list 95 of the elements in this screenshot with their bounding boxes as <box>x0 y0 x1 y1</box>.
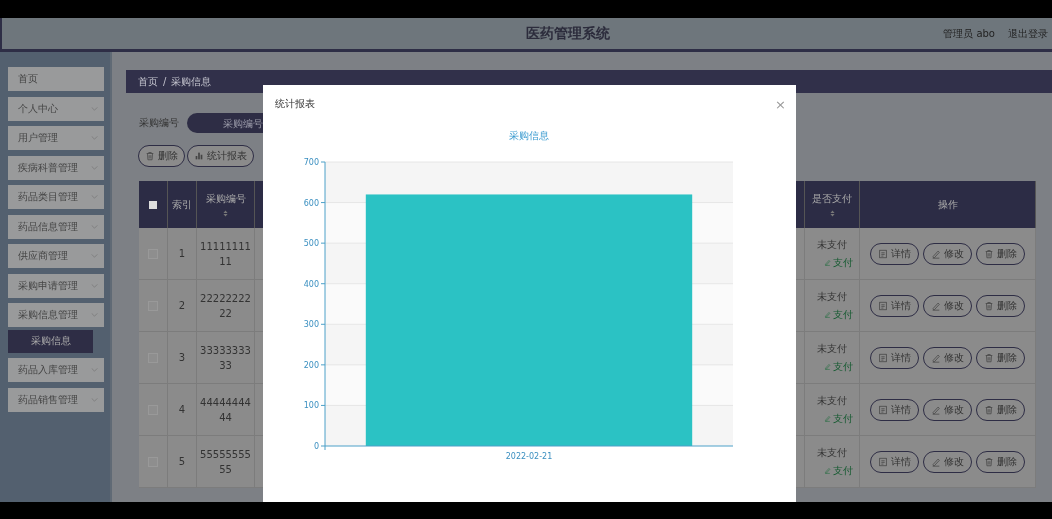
sidebar-item[interactable]: 采购申请管理 <box>8 273 104 298</box>
user-label: 管理员 abo <box>943 26 995 41</box>
axis-tick-label: 300 <box>303 320 319 330</box>
checkbox[interactable] <box>149 200 157 209</box>
table-cell-text: 44444444 44 <box>200 395 251 425</box>
dialog-title: 统计报表 <box>275 97 315 111</box>
column-label: 操作 <box>937 197 958 212</box>
table-cell: 3 <box>178 352 186 363</box>
table-cell-text: 11111111 11 <box>200 239 251 269</box>
bar-chart-icon <box>194 151 204 161</box>
edit-button[interactable]: 修改 <box>923 294 972 317</box>
document-icon <box>878 300 888 311</box>
axis-tick-label: 100 <box>303 401 319 411</box>
column-label: 索引 <box>172 197 192 212</box>
sidebar-item[interactable]: 药品入库管理 <box>8 358 104 382</box>
breadcrumb-separator: / <box>163 76 167 87</box>
sidebar-item[interactable]: 药品信息管理 <box>8 214 104 239</box>
logout-link[interactable]: 退出登录 <box>1008 26 1048 41</box>
table-cell: 2 <box>178 300 186 311</box>
edit-button[interactable]: 修改 <box>923 450 972 473</box>
breadcrumb-item: 采购信息 <box>171 74 212 89</box>
delete-button[interactable]: 删除 <box>976 450 1025 473</box>
document-icon <box>878 456 888 467</box>
sidebar-item[interactable]: 首页 <box>8 67 104 91</box>
table-cell: 未支付 <box>817 289 847 304</box>
pencil-icon <box>931 248 941 259</box>
trash-icon <box>984 456 994 467</box>
table-cell: 4 <box>178 404 186 415</box>
details-button[interactable]: 详情 <box>870 346 919 369</box>
trash-icon <box>145 151 155 161</box>
table-cell: 未支付 <box>817 445 847 460</box>
pencil-icon <box>823 415 831 422</box>
details-button[interactable]: 详情 <box>870 450 919 473</box>
delete-button[interactable]: 删除 <box>976 346 1025 369</box>
chart-title: 采购信息 <box>509 130 549 141</box>
table-cell: 5 <box>178 456 186 467</box>
details-button[interactable]: 详情 <box>870 294 919 317</box>
pencil-icon <box>931 352 941 363</box>
pencil-icon <box>823 363 831 370</box>
table-cell-text: 33333333 33 <box>200 343 251 373</box>
axis-tick-label: 0 <box>313 442 319 451</box>
delete-button[interactable]: 删除 <box>976 398 1025 421</box>
table-cell-text: 22222222 22 <box>200 291 251 321</box>
document-icon <box>878 404 888 415</box>
pay-link[interactable]: 支付 <box>811 359 853 374</box>
delete-button[interactable]: 删除 <box>976 294 1025 317</box>
breadcrumb-item: 首页 <box>138 74 158 89</box>
sidebar-item[interactable]: 采购信息管理 <box>8 303 104 327</box>
pencil-icon <box>931 456 941 467</box>
delete-button[interactable]: 删除 <box>976 242 1025 265</box>
sidebar-item[interactable]: 疾病科普管理 <box>8 155 104 180</box>
delete-button[interactable]: 删除 <box>138 145 185 167</box>
document-icon <box>878 352 888 363</box>
pencil-icon <box>823 311 831 318</box>
axis-tick-label: 200 <box>303 360 319 370</box>
trash-icon <box>984 404 994 415</box>
pay-link[interactable]: 支付 <box>811 411 853 426</box>
trash-icon <box>984 300 994 311</box>
pencil-icon <box>931 404 941 415</box>
details-button[interactable]: 详情 <box>870 398 919 421</box>
document-icon <box>878 248 888 259</box>
table-cell-text: 55555555 55 <box>200 447 251 477</box>
axis-category-label: 2022-02-21 <box>505 452 553 461</box>
axis-tick-label: 500 <box>303 239 319 249</box>
table-cell: 1 <box>178 248 186 259</box>
pay-link[interactable]: 支付 <box>811 307 853 322</box>
trash-icon <box>984 352 994 363</box>
axis-tick-label: 600 <box>303 198 319 208</box>
column-label: 采购编号 <box>205 192 246 206</box>
close-button[interactable]: × <box>775 97 786 111</box>
edit-button[interactable]: 修改 <box>923 346 972 369</box>
sidebar-item[interactable]: 药品类目管理 <box>8 185 104 209</box>
app-title: 医药管理系统 <box>524 24 610 43</box>
axis-tick-label: 400 <box>303 279 319 289</box>
edit-button[interactable]: 修改 <box>923 398 972 421</box>
sidebar-item[interactable]: 个人中心 <box>8 96 104 121</box>
report-button[interactable]: 统计报表 <box>187 145 254 167</box>
pay-link[interactable]: 支付 <box>811 463 853 478</box>
table-cell: 未支付 <box>817 237 847 252</box>
sidebar-subitem[interactable]: 采购信息 <box>8 329 93 353</box>
details-button[interactable]: 详情 <box>870 242 919 265</box>
pencil-icon <box>823 467 831 474</box>
edit-button[interactable]: 修改 <box>923 242 972 265</box>
trash-icon <box>984 248 994 259</box>
sidebar-item[interactable]: 药品销售管理 <box>8 387 104 412</box>
search-label: 采购编号 <box>139 116 179 130</box>
pencil-icon <box>823 259 831 266</box>
sidebar-item[interactable]: 供应商管理 <box>8 244 104 268</box>
table-cell: 未支付 <box>817 393 847 408</box>
column-label: 是否支付 <box>812 192 852 206</box>
axis-tick-label: 700 <box>303 158 319 167</box>
pay-link[interactable]: 支付 <box>811 255 853 270</box>
sidebar-item[interactable]: 用户管理 <box>8 126 104 150</box>
pencil-icon <box>931 300 941 311</box>
table-cell: 未支付 <box>817 341 847 356</box>
